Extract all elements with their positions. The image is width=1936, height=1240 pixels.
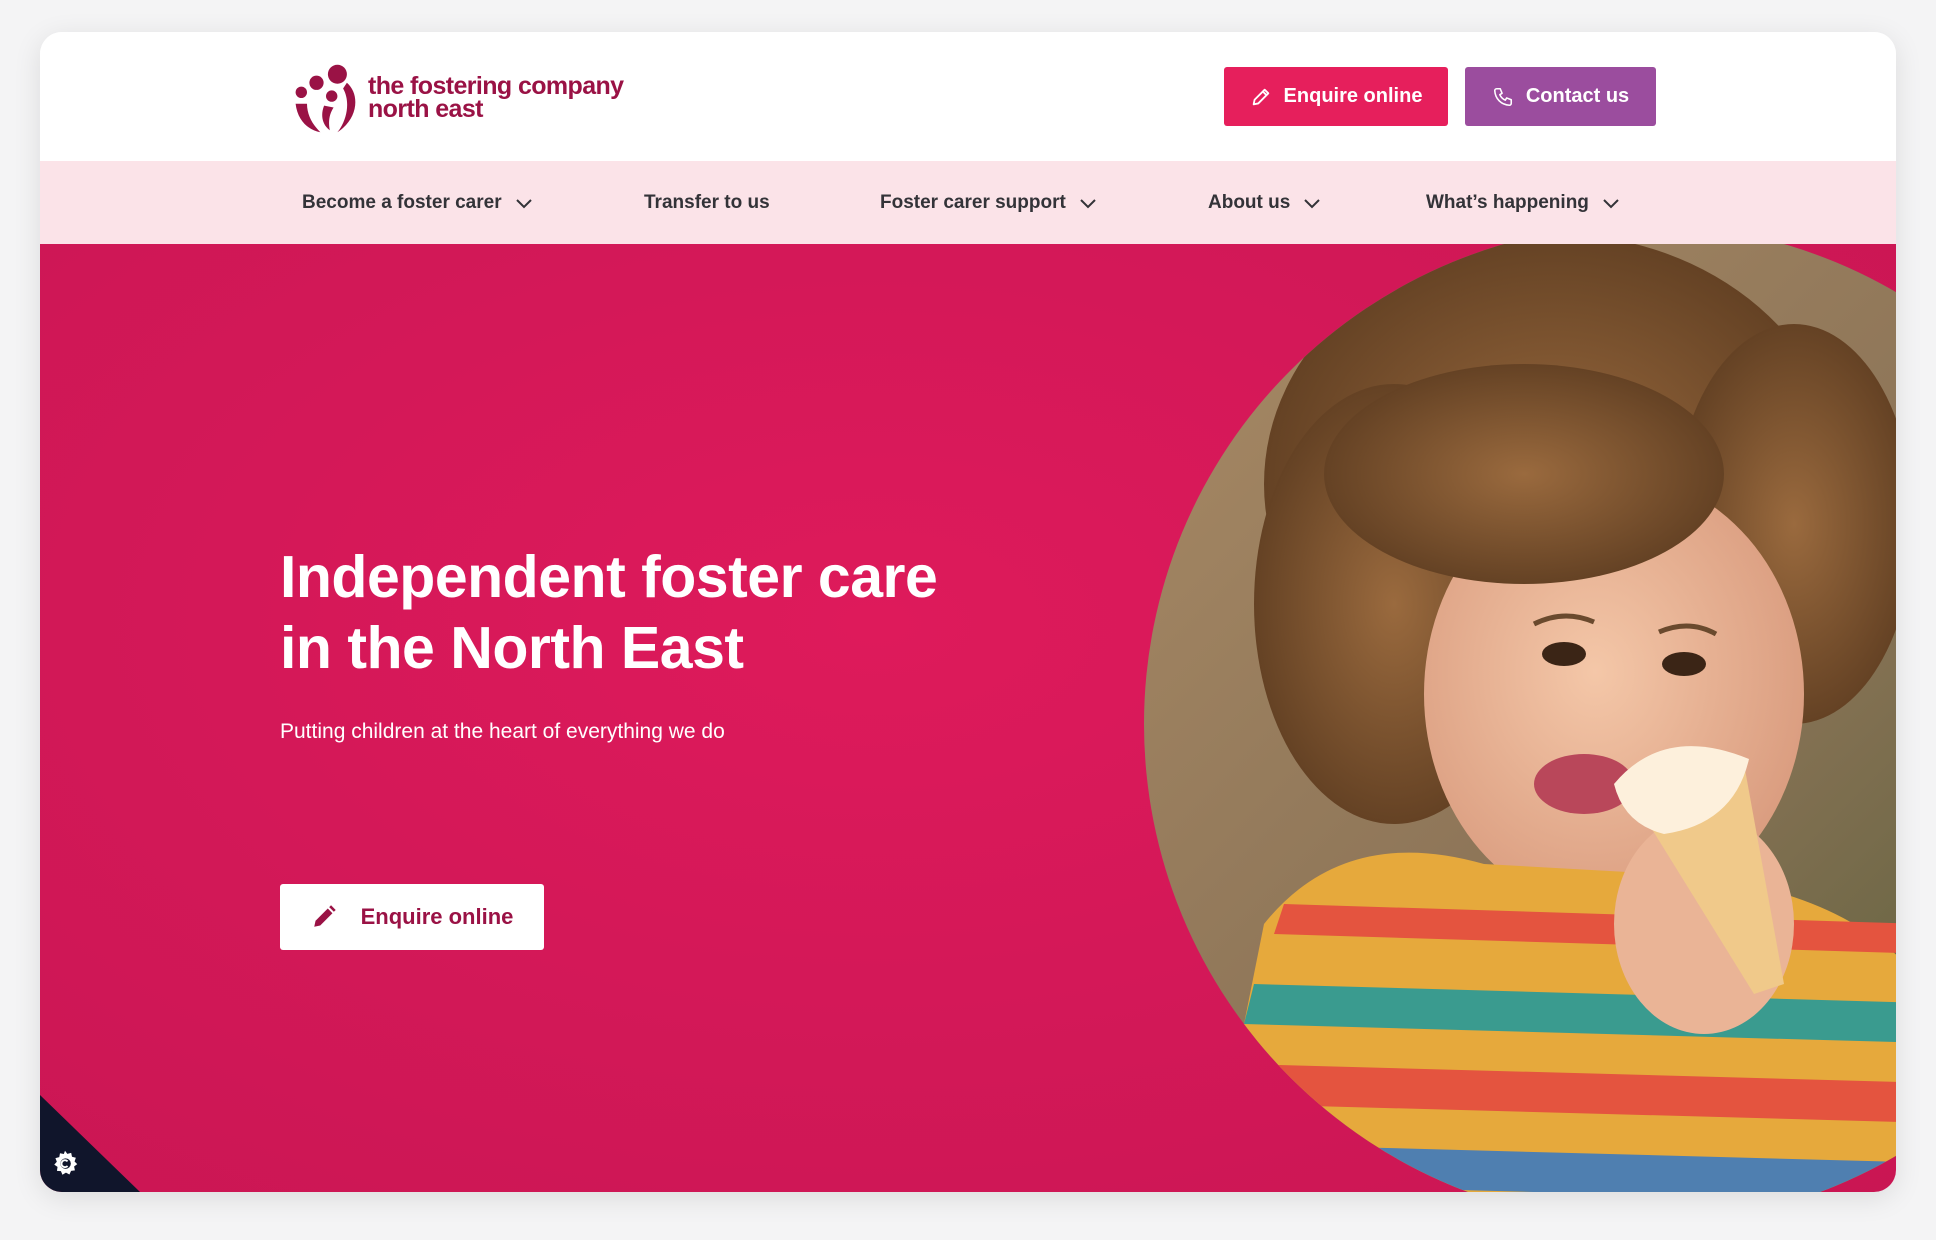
gear-icon — [51, 1149, 79, 1177]
cookie-tab-shape — [40, 1095, 140, 1192]
pencil-icon — [1250, 86, 1272, 108]
header-enquire-label: Enquire online — [1283, 85, 1423, 107]
hero-title-line1: Independent foster care — [280, 544, 938, 610]
nav-item-label: Transfer to us — [644, 191, 770, 213]
chevron-down-icon — [515, 197, 533, 209]
site-header: the fostering company north east Enquire… — [40, 32, 1896, 161]
cookie-settings-button[interactable] — [40, 1095, 140, 1192]
header-contact-button[interactable]: Contact us — [1465, 67, 1656, 126]
hero-enquire-label: Enquire online — [360, 904, 514, 929]
header-contact-label: Contact us — [1525, 85, 1630, 107]
hero-title: Independent foster care in the North Eas… — [280, 542, 1180, 684]
site-logo[interactable]: the fostering company north east — [288, 60, 624, 136]
hero-title-line2: in the North East — [280, 615, 744, 681]
child-eating-ice-cream-illustration — [1144, 244, 1896, 1192]
nav-item-label: What’s happening — [1426, 191, 1589, 213]
chevron-down-icon — [1303, 197, 1321, 209]
hero-child-photo — [1144, 244, 1896, 1192]
chevron-down-icon — [1079, 197, 1097, 209]
logo-wordmark: the fostering company north east — [368, 74, 624, 123]
hero-banner: Independent foster care in the North Eas… — [40, 244, 1896, 1192]
nav-item-label: Become a foster carer — [302, 191, 502, 213]
chevron-down-icon — [1602, 197, 1620, 209]
phone-icon — [1492, 86, 1514, 108]
nav-item-transfer-to-us[interactable]: Transfer to us — [644, 161, 770, 244]
header-enquire-button[interactable]: Enquire online — [1224, 67, 1448, 126]
logo-name-line2: north east — [368, 95, 483, 123]
browser-page: the fostering company north east Enquire… — [40, 32, 1896, 1192]
nav-item-label: Foster carer support — [880, 191, 1066, 213]
nav-item-label: About us — [1208, 191, 1291, 213]
hero-subtitle: Putting children at the heart of everyth… — [280, 720, 725, 743]
main-navigation: Become a foster carer Transfer to us Fos… — [40, 161, 1896, 244]
pencil-icon — [311, 904, 337, 930]
hero-enquire-button[interactable]: Enquire online — [280, 884, 544, 950]
nav-item-become-foster-carer[interactable]: Become a foster carer — [302, 161, 533, 244]
nav-item-whats-happening[interactable]: What’s happening — [1426, 161, 1620, 244]
logo-family-icon — [295, 64, 356, 133]
nav-item-foster-carer-support[interactable]: Foster carer support — [880, 161, 1097, 244]
nav-item-about-us[interactable]: About us — [1208, 161, 1321, 244]
